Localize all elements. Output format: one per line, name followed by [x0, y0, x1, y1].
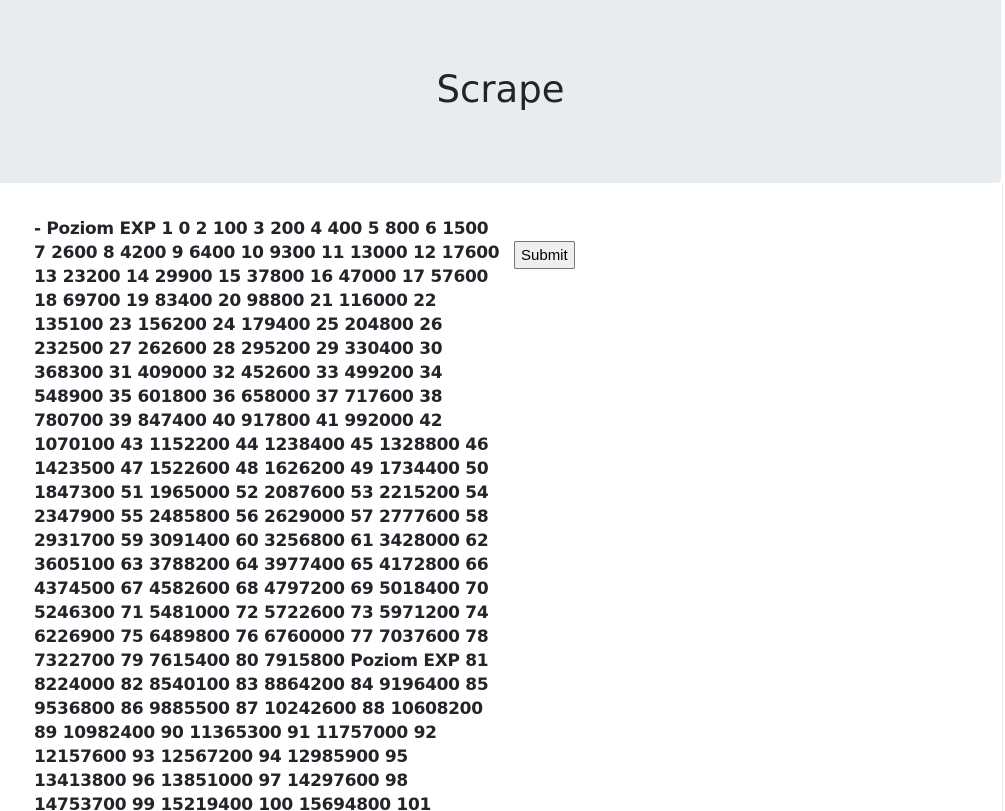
page-title: Scrape: [436, 68, 565, 111]
scraped-result-text: - Poziom EXP 1 0 2 100 3 200 4 400 5 800…: [34, 219, 500, 811]
page: Scrape - Poziom EXP 1 0 2 100 3 200 4 40…: [0, 0, 1005, 811]
page-edge-divider: [1002, 183, 1003, 811]
header-jumbotron: Scrape: [0, 0, 1001, 183]
submit-button[interactable]: Submit: [514, 241, 575, 269]
